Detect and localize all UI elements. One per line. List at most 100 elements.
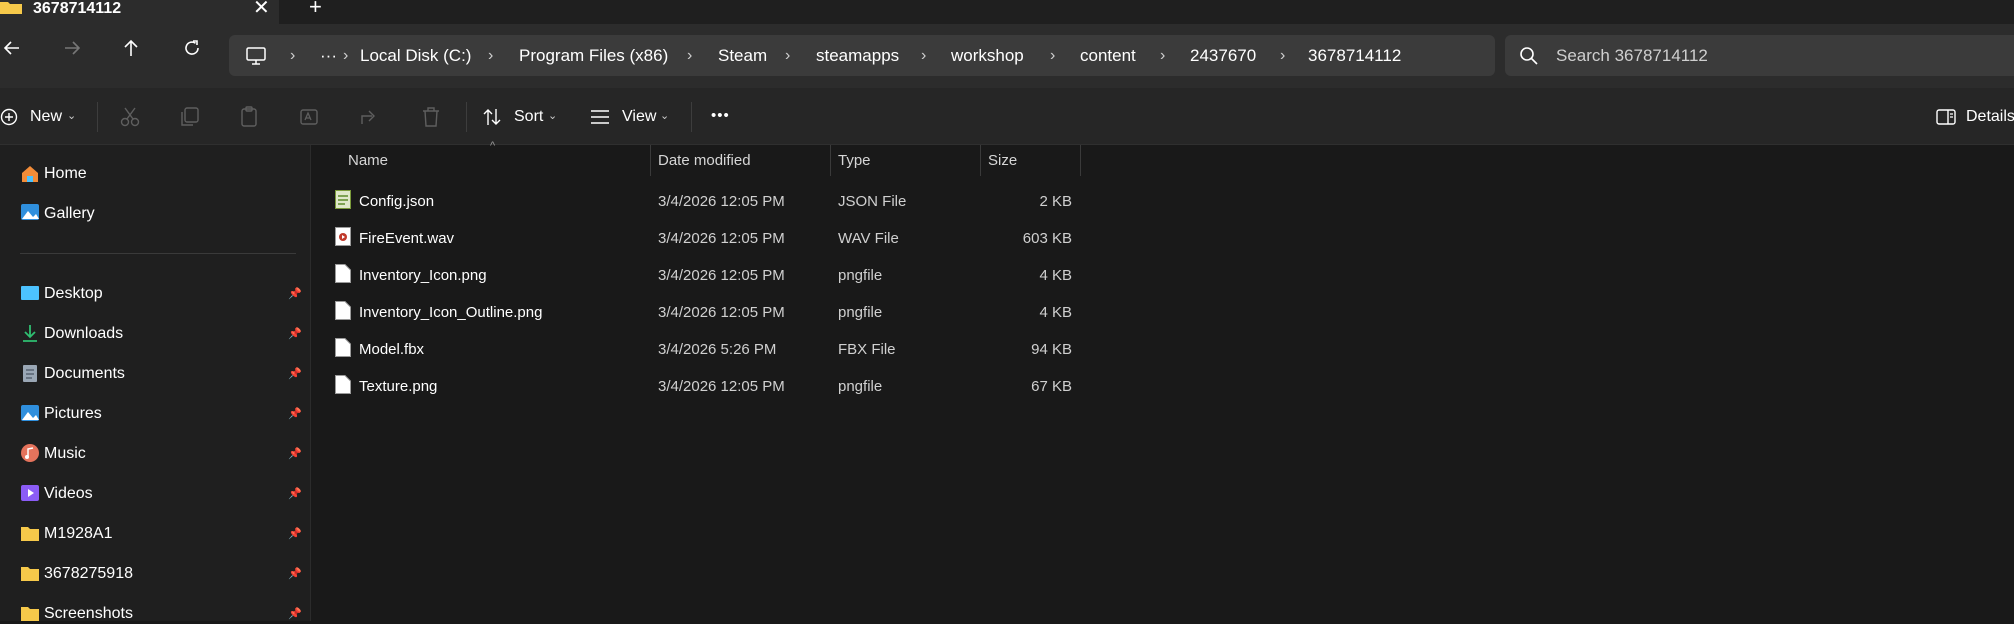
folder-icon <box>21 527 39 541</box>
file-type: FBX File <box>838 341 896 358</box>
file-size: 4 KB <box>1039 304 1072 321</box>
details-pane-icon <box>1936 109 1956 125</box>
pin-icon[interactable]: 📌 <box>288 327 302 340</box>
file-date: 3/4/2026 12:05 PM <box>658 230 785 247</box>
tab-title: 3678714112 <box>33 0 122 17</box>
copy-icon[interactable] <box>179 106 201 128</box>
file-name: Inventory_Icon_Outline.png <box>359 304 543 321</box>
new-tab-button[interactable]: + <box>309 0 322 18</box>
more-options-button[interactable]: ••• <box>711 107 730 125</box>
breadcrumb-item[interactable]: workshop <box>951 46 1024 66</box>
file-icon <box>335 338 351 357</box>
column-header-type[interactable]: Type <box>838 152 871 170</box>
refresh-icon <box>185 40 199 55</box>
file-type: pngfile <box>838 378 883 395</box>
rename-icon[interactable] <box>299 106 321 128</box>
chevron-down-icon: ⌄ <box>660 110 670 122</box>
file-name: Texture.png <box>359 378 438 395</box>
view-button[interactable]: View ⌄ <box>590 100 680 134</box>
sidebar-divider <box>20 253 296 254</box>
home-icon <box>22 166 38 182</box>
sidebar-item-m1928a1[interactable]: M1928A1 📌 <box>0 515 302 551</box>
pin-icon[interactable]: 📌 <box>288 447 302 460</box>
sidebar-item-downloads[interactable]: Downloads 📌 <box>0 315 302 351</box>
sidebar-item-screenshots[interactable]: Screenshots 📌 <box>0 595 302 622</box>
sidebar-item-pictures[interactable]: Pictures 📌 <box>0 395 302 431</box>
delete-icon[interactable] <box>420 106 442 128</box>
plus-circle-icon <box>0 108 18 126</box>
sidebar-item-music[interactable]: Music 📌 <box>0 435 302 471</box>
pin-icon[interactable]: 📌 <box>288 407 302 420</box>
breadcrumb-item[interactable]: Program Files (x86) <box>519 46 668 66</box>
json-file-icon <box>335 190 351 209</box>
sidebar-item-label: 3678275918 <box>44 565 133 582</box>
close-tab-icon[interactable]: ✕ <box>253 0 270 18</box>
chevron-down-icon: ⌄ <box>67 110 77 122</box>
chevron-right-icon: › <box>1050 47 1056 64</box>
pin-icon[interactable]: 📌 <box>288 487 302 500</box>
file-date: 3/4/2026 12:05 PM <box>658 378 785 395</box>
file-type: JSON File <box>838 193 907 210</box>
share-icon[interactable] <box>359 106 381 128</box>
sidebar-item-label: Gallery <box>44 205 95 222</box>
breadcrumb-overflow[interactable]: ··· <box>320 46 337 66</box>
breadcrumb-item[interactable]: steamapps <box>816 46 899 66</box>
pin-icon[interactable]: 📌 <box>288 527 302 540</box>
this-pc-icon <box>246 47 266 65</box>
sidebar-item-home[interactable]: Home <box>0 155 300 191</box>
details-pane-button[interactable]: Details <box>1936 100 2014 134</box>
up-button[interactable] <box>119 36 143 60</box>
folder-icon <box>21 607 39 621</box>
sidebar-item-documents[interactable]: Documents 📌 <box>0 355 302 391</box>
file-icon <box>335 301 351 320</box>
column-header-name[interactable]: Name <box>348 152 388 170</box>
arrow-up-icon <box>124 39 138 56</box>
pin-icon[interactable]: 📌 <box>288 607 302 620</box>
column-divider[interactable] <box>980 145 981 176</box>
new-button-label: New <box>30 108 63 125</box>
file-date: 3/4/2026 12:05 PM <box>658 304 785 321</box>
pin-icon[interactable]: 📌 <box>288 287 302 300</box>
file-date: 3/4/2026 12:05 PM <box>658 193 785 210</box>
sidebar-item-label: Screenshots <box>44 605 133 622</box>
refresh-button[interactable] <box>180 36 204 60</box>
file-size: 67 KB <box>1031 378 1072 395</box>
sort-ascending-icon: ^ <box>490 140 496 152</box>
file-size: 603 KB <box>1022 230 1072 247</box>
column-header-size[interactable]: Size <box>988 152 1017 170</box>
videos-icon <box>21 485 39 501</box>
cut-icon[interactable] <box>119 106 141 128</box>
sidebar-item-desktop[interactable]: Desktop 📌 <box>0 275 302 311</box>
chevron-right-icon: › <box>488 47 494 64</box>
paste-icon[interactable] <box>239 106 261 128</box>
back-button[interactable] <box>0 36 24 60</box>
sort-button[interactable]: Sort ⌄ <box>482 100 562 134</box>
breadcrumb-item[interactable]: 2437670 <box>1190 46 1256 66</box>
new-button[interactable]: New ⌄ <box>0 100 80 134</box>
column-divider[interactable] <box>830 145 831 176</box>
pin-icon[interactable]: 📌 <box>288 567 302 580</box>
sidebar-item-3678275918[interactable]: 3678275918 📌 <box>0 555 302 591</box>
file-name: FireEvent.wav <box>359 230 455 247</box>
file-type: pngfile <box>838 304 883 321</box>
pin-icon[interactable]: 📌 <box>288 367 302 380</box>
forward-button[interactable] <box>60 36 84 60</box>
chevron-right-icon: › <box>290 47 296 64</box>
pictures-icon <box>21 405 39 421</box>
breadcrumb-item[interactable]: content <box>1080 46 1136 66</box>
column-header-date[interactable]: Date modified <box>658 152 751 170</box>
sidebar-item-label: Pictures <box>44 405 102 422</box>
sidebar-item-label: Documents <box>44 365 125 382</box>
sidebar-item-videos[interactable]: Videos 📌 <box>0 475 302 511</box>
column-divider[interactable] <box>650 145 651 176</box>
view-list-icon <box>591 110 609 124</box>
sidebar-item-label: Home <box>44 165 87 182</box>
view-button-label: View <box>622 108 657 125</box>
breadcrumb-item[interactable]: 3678714112 <box>1308 46 1401 66</box>
sidebar-item-gallery[interactable]: Gallery <box>0 195 300 231</box>
file-name: Model.fbx <box>359 341 425 358</box>
tab-current[interactable]: 3678714112 ✕ <box>0 0 279 24</box>
breadcrumb-item[interactable]: Steam <box>718 46 767 66</box>
column-divider[interactable] <box>1080 145 1081 176</box>
breadcrumb-item[interactable]: Local Disk (C:) <box>360 46 471 66</box>
